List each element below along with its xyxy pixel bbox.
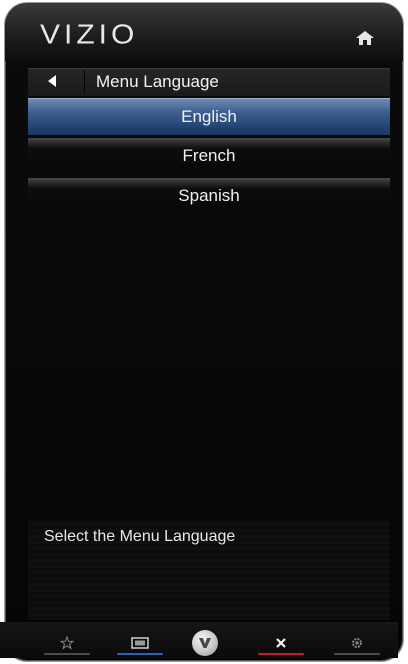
star-underline bbox=[44, 653, 90, 655]
star-button[interactable] bbox=[40, 628, 94, 658]
back-arrow-icon[interactable] bbox=[48, 75, 56, 87]
star-icon bbox=[60, 636, 74, 650]
close-underline bbox=[258, 653, 304, 655]
menu-item-french[interactable]: French bbox=[28, 138, 390, 174]
title-divider bbox=[84, 70, 85, 94]
home-icon[interactable] bbox=[355, 30, 375, 46]
menu-item-english[interactable]: English bbox=[28, 98, 390, 135]
menu-item-spanish[interactable]: Spanish bbox=[28, 178, 390, 214]
vizio-v-icon bbox=[199, 638, 211, 648]
menu-title: Menu Language bbox=[96, 72, 219, 91]
settings-underline bbox=[334, 653, 380, 655]
close-icon bbox=[276, 638, 286, 648]
settings-button[interactable] bbox=[330, 628, 384, 658]
input-underline bbox=[117, 653, 163, 655]
input-button[interactable] bbox=[113, 628, 167, 658]
settings-icon bbox=[352, 638, 362, 648]
vizio-v-button[interactable] bbox=[192, 630, 218, 656]
input-icon bbox=[131, 637, 149, 649]
help-text: Select the Menu Language bbox=[44, 528, 236, 545]
vizio-logo: VIZIO bbox=[40, 19, 139, 50]
close-button[interactable] bbox=[254, 628, 308, 658]
